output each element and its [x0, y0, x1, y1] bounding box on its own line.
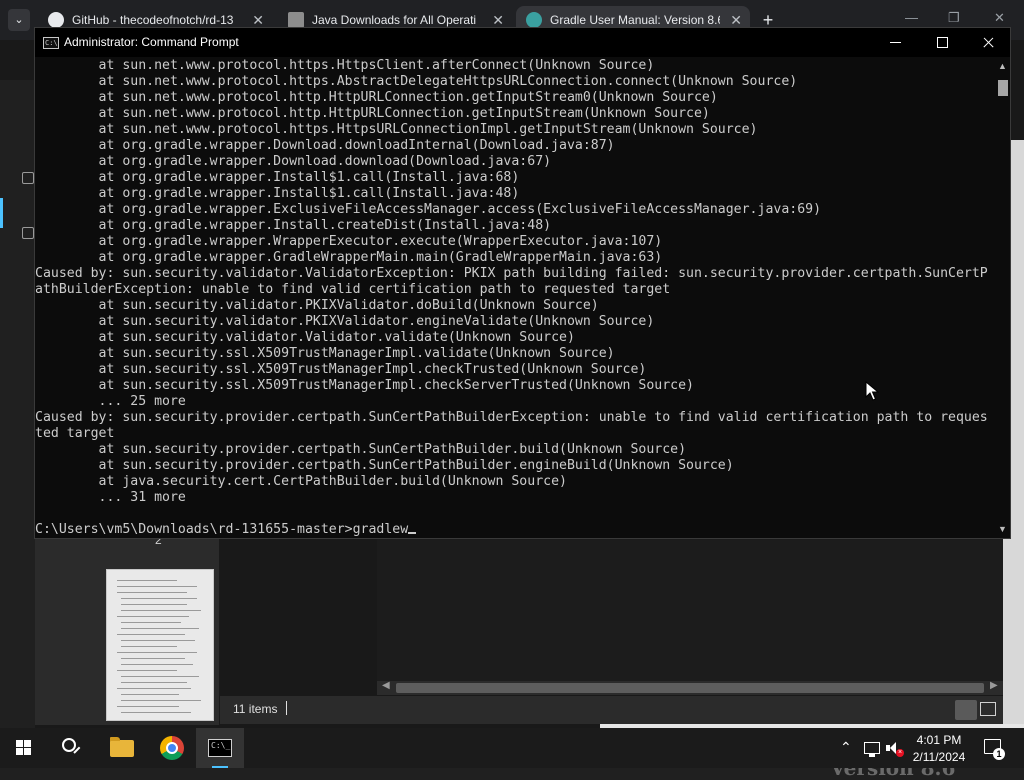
maximize-button[interactable]	[919, 28, 965, 57]
console-line: at sun.security.ssl.X509TrustManagerImpl…	[35, 362, 647, 377]
clock-time[interactable]: 4:01 PM	[906, 733, 972, 747]
console-line: at org.gradle.wrapper.Install$1.call(Ins…	[35, 170, 520, 185]
details-icon[interactable]	[22, 227, 34, 239]
console-line: at sun.net.www.protocol.http.HttpURLConn…	[35, 90, 718, 105]
scroll-down-icon[interactable]: ▼	[998, 524, 1007, 534]
command-line[interactable]: C:\Users\vm5\Downloads\rd-131655-master>…	[35, 522, 417, 538]
pane-icon[interactable]	[22, 172, 34, 184]
terminal-icon: C:\_	[208, 739, 232, 757]
scroll-right-icon[interactable]: ▶	[990, 680, 998, 691]
console-line: at sun.security.ssl.X509TrustManagerImpl…	[35, 378, 694, 393]
console-line: at sun.net.www.protocol.https.HttpsClien…	[35, 58, 655, 73]
horizontal-scroll-thumb[interactable]	[396, 683, 984, 693]
console-line: at sun.security.validator.Validator.vali…	[35, 330, 575, 345]
console-line: at sun.net.www.protocol.http.HttpURLConn…	[35, 106, 710, 121]
cmd-title-bar[interactable]: C:\ Administrator: Command Prompt	[35, 28, 1010, 57]
console-line: athBuilderException: unable to find vali…	[35, 282, 671, 297]
taskbar-command-prompt[interactable]: C:\_	[196, 728, 244, 768]
browser-minimize-icon[interactable]: —	[905, 10, 918, 25]
console-line: at sun.security.validator.PKIXValidator.…	[35, 314, 655, 329]
command-prompt-window[interactable]: C:\ Administrator: Command Prompt at sun…	[34, 27, 1011, 539]
console-line: at org.gradle.wrapper.Download.downloadI…	[35, 138, 615, 153]
windows-logo-icon	[16, 740, 32, 756]
close-button[interactable]	[965, 28, 1011, 57]
search-button[interactable]	[48, 728, 96, 768]
chrome-icon	[160, 736, 184, 760]
typed-command[interactable]: gradlew	[353, 522, 409, 537]
scroll-up-icon[interactable]: ▲	[998, 61, 1007, 71]
console-line: at java.security.cert.CertPathBuilder.bu…	[35, 474, 567, 489]
selected-indicator	[0, 198, 3, 228]
start-button[interactable]	[0, 728, 48, 768]
search-icon	[62, 738, 76, 752]
cmd-app-icon[interactable]: C:\	[43, 37, 59, 49]
console-line: at sun.net.www.protocol.https.AbstractDe…	[35, 74, 798, 89]
console-line: ... 31 more	[35, 490, 186, 505]
browser-restore-icon[interactable]: ❐	[948, 10, 960, 26]
console-line: at sun.security.validator.PKIXValidator.…	[35, 298, 599, 313]
console-line: at org.gradle.wrapper.WrapperExecutor.ex…	[35, 234, 663, 249]
taskbar-chrome[interactable]	[148, 728, 196, 768]
java-icon	[288, 12, 304, 28]
taskbar-file-explorer[interactable]	[98, 728, 146, 768]
console-line: at org.gradle.wrapper.Install.createDist…	[35, 218, 552, 233]
console-line: ted target	[35, 426, 115, 441]
prompt-path: C:\Users\vm5\Downloads\rd-131655-master>	[35, 522, 353, 537]
details-view-icon[interactable]	[955, 700, 977, 720]
console-line: at sun.security.ssl.X509TrustManagerImpl…	[35, 346, 615, 361]
item-count: 11 items	[233, 702, 278, 716]
console-line: Caused by: sun.security.validator.Valida…	[35, 266, 988, 281]
console-line: at org.gradle.wrapper.GradleWrapperMain.…	[35, 250, 663, 265]
console-line: at org.gradle.wrapper.Install$1.call(Ins…	[35, 186, 520, 201]
browser-close-icon[interactable]: ✕	[994, 10, 1005, 26]
console-line: at org.gradle.wrapper.ExclusiveFileAcces…	[35, 202, 822, 217]
cmd-window-title: Administrator: Command Prompt	[64, 35, 239, 49]
status-divider	[286, 701, 287, 715]
show-hidden-icons-icon[interactable]: ⌃	[840, 739, 852, 756]
tab-search-dropdown[interactable]: ⌄	[8, 9, 30, 31]
document-thumbnail[interactable]	[106, 569, 214, 721]
tiles-view-icon[interactable]	[980, 702, 996, 716]
clock-date[interactable]: 2/11/2024	[906, 750, 972, 764]
console-line: at org.gradle.wrapper.Download.download(…	[35, 154, 552, 169]
explorer-content-area	[377, 537, 1003, 687]
vertical-scroll-thumb[interactable]	[998, 80, 1008, 96]
mute-badge-icon: ×	[896, 749, 904, 757]
minimize-button[interactable]	[873, 28, 919, 57]
console-line: at sun.net.www.protocol.https.HttpsURLCo…	[35, 122, 758, 137]
console-line: at sun.security.provider.certpath.SunCer…	[35, 458, 734, 473]
text-cursor	[408, 532, 417, 534]
console-line: at sun.security.provider.certpath.SunCer…	[35, 442, 687, 457]
folder-icon	[110, 737, 134, 757]
console-line: ... 25 more	[35, 394, 186, 409]
console-line: Caused by: sun.security.provider.certpat…	[35, 410, 988, 425]
gradle-icon	[526, 12, 542, 28]
status-bar	[220, 696, 1003, 724]
github-icon	[48, 12, 64, 28]
network-icon[interactable]	[864, 742, 880, 757]
scroll-left-icon[interactable]: ◀	[382, 680, 390, 691]
vertical-scrollbar[interactable]: ▲ ▼	[995, 58, 1010, 538]
console-output[interactable]: at sun.net.www.protocol.https.HttpsClien…	[35, 58, 995, 538]
notification-count: 1	[993, 748, 1005, 760]
